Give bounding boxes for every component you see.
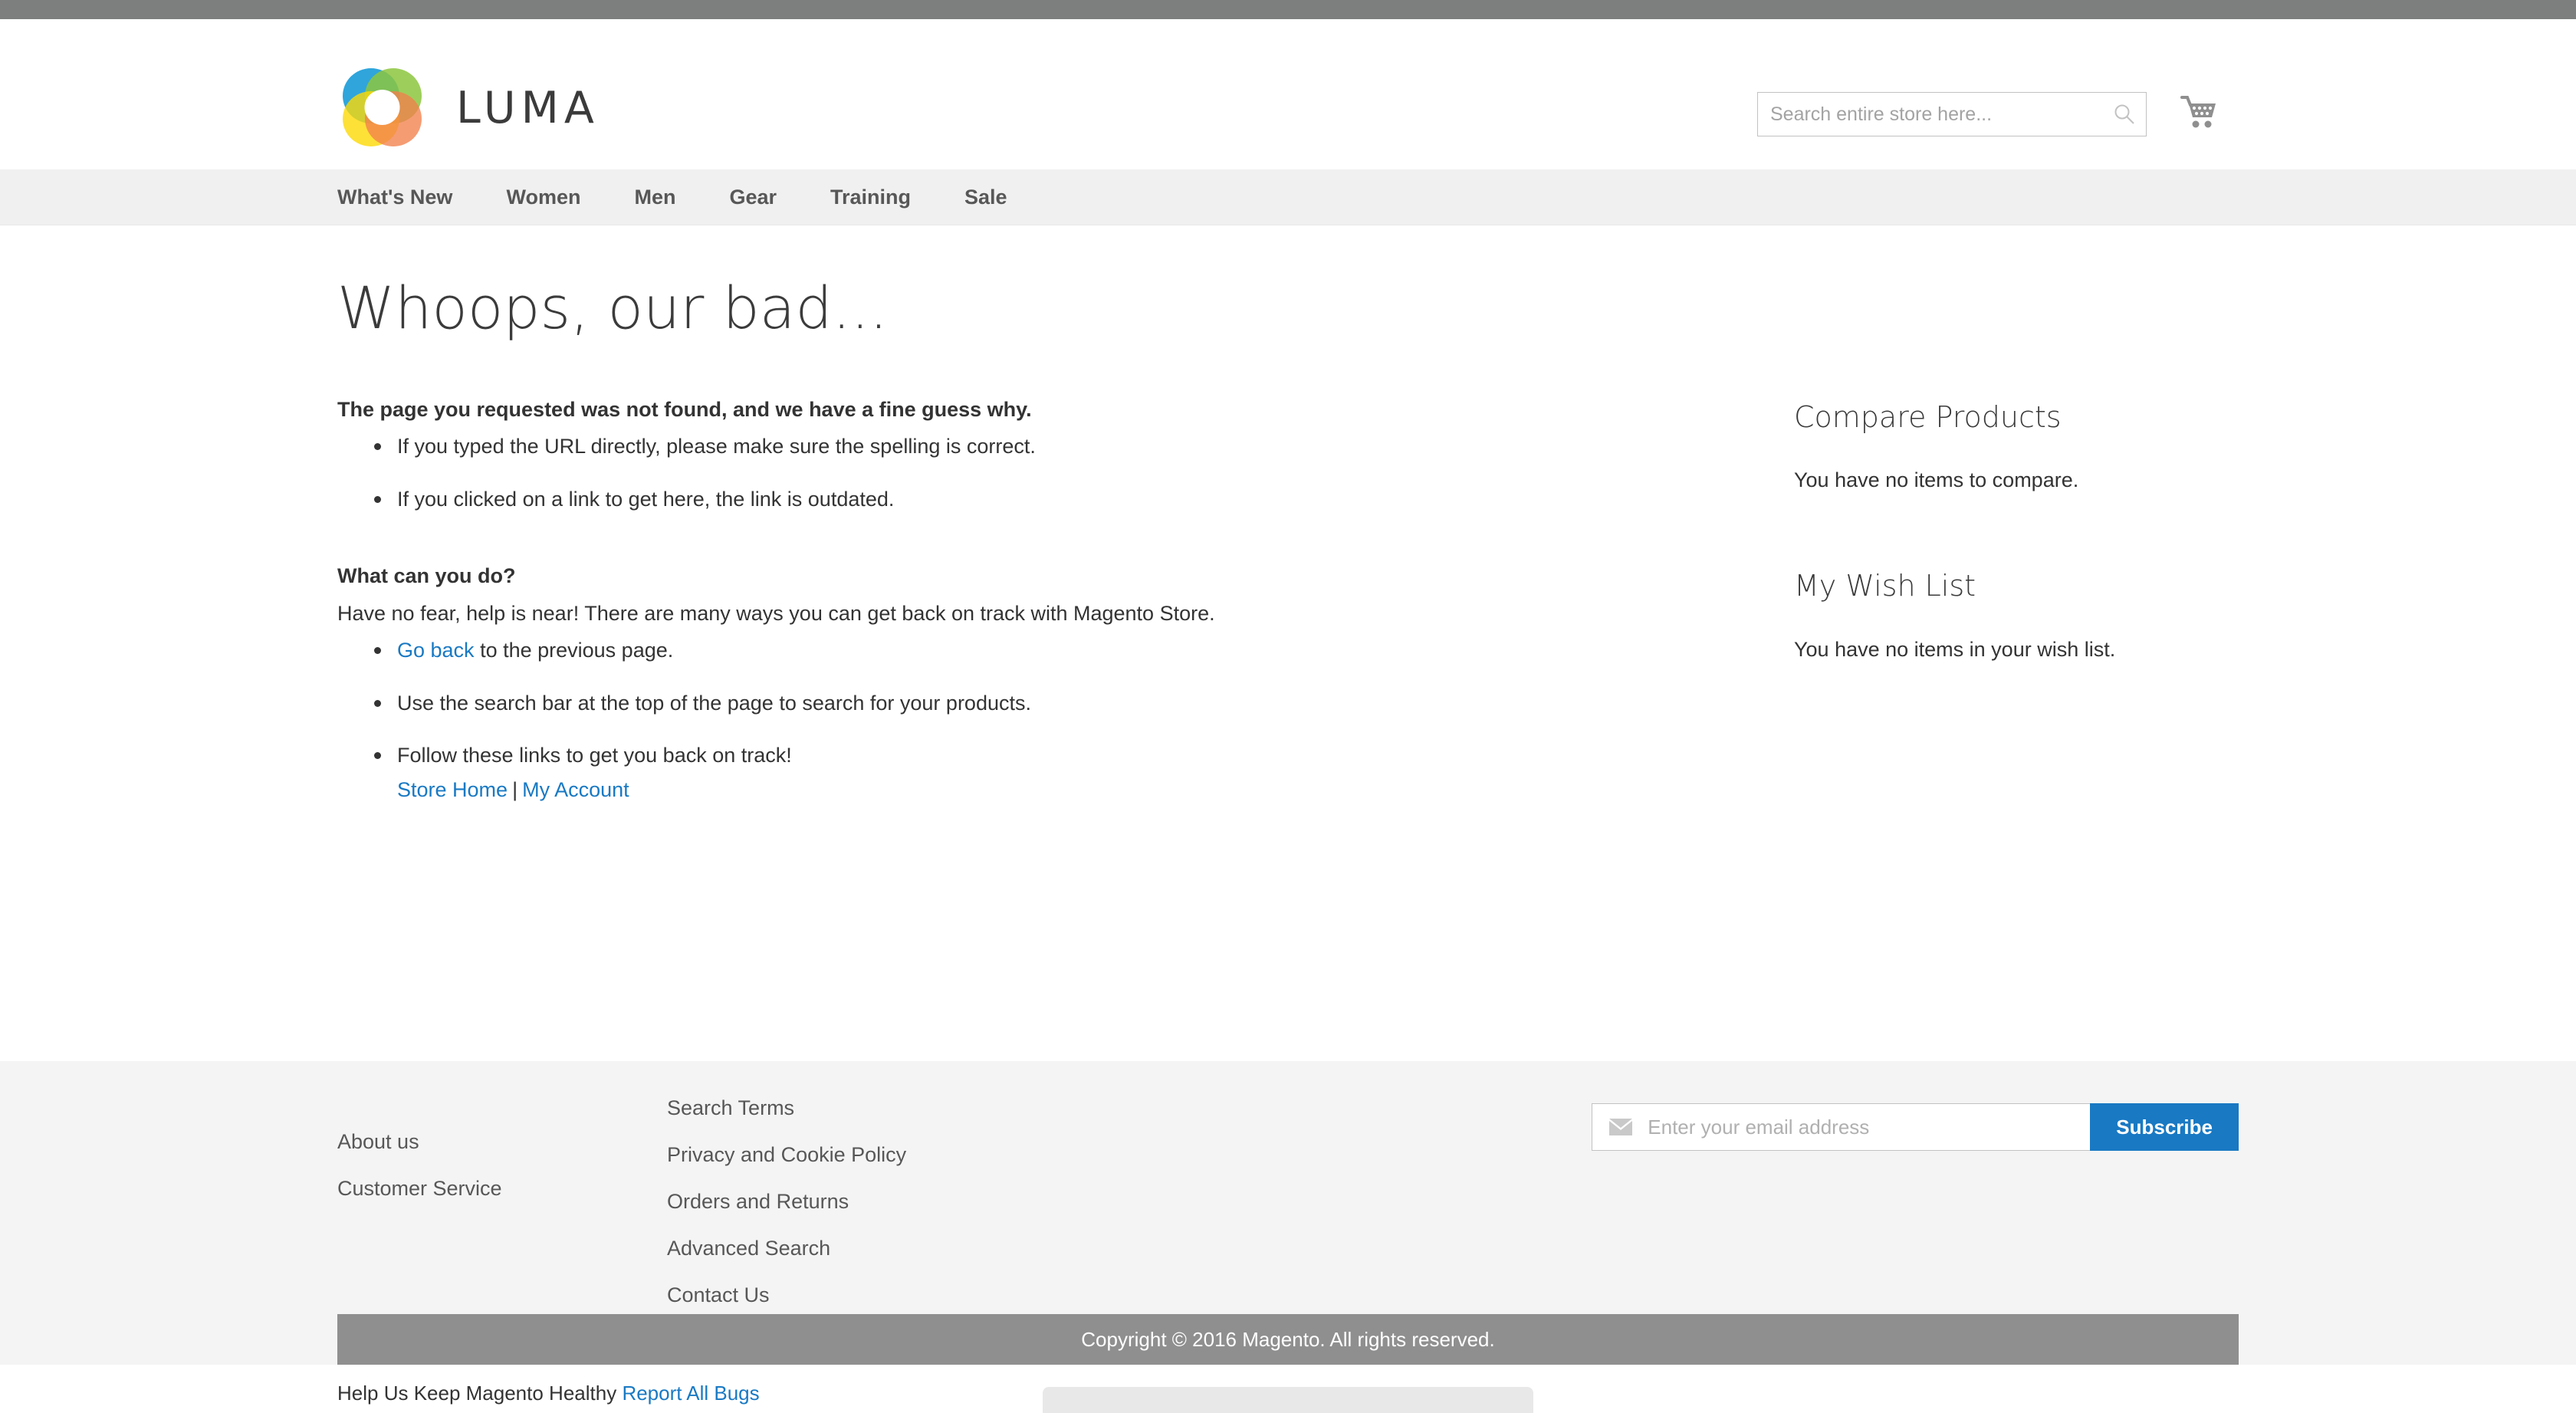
- wishlist-empty-text: You have no items in your wish list.: [1794, 637, 2116, 661]
- footer-column-links: Search Terms Privacy and Cookie Policy O…: [667, 1096, 906, 1330]
- collapsed-bottom-tab[interactable]: [1043, 1387, 1533, 1413]
- what-can-you-do-heading: What can you do?: [337, 564, 516, 588]
- store-home-link[interactable]: Store Home: [397, 778, 508, 801]
- newsletter-field: [1592, 1103, 2091, 1151]
- logo-link[interactable]: LUMA: [337, 64, 600, 153]
- wishlist-block: My Wish List You have no items in your w…: [1794, 569, 2223, 662]
- footer-link-customer-service[interactable]: Customer Service: [337, 1177, 502, 1201]
- go-back-link[interactable]: Go back: [397, 639, 475, 662]
- nav-item-men[interactable]: Men: [634, 169, 675, 225]
- footer-link-contact-us[interactable]: Contact Us: [667, 1283, 906, 1307]
- suggested-actions-list: Go back to the previous page. Use the se…: [337, 635, 1794, 805]
- list-item: If you typed the URL directly, please ma…: [374, 431, 1794, 462]
- list-item: Go back to the previous page.: [374, 635, 1794, 666]
- footer-link-about-us[interactable]: About us: [337, 1130, 502, 1154]
- footer-link-advanced-search[interactable]: Advanced Search: [667, 1237, 906, 1260]
- cart-link[interactable]: [2180, 93, 2223, 136]
- shopping-cart-icon: [2180, 96, 2223, 139]
- page: LUMA Search entire store here... What's …: [0, 19, 2576, 1413]
- nav-item-women[interactable]: Women: [506, 169, 580, 225]
- wishlist-title: My Wish List: [1794, 569, 1976, 603]
- helpful-links: Store Home | My Account: [397, 774, 1794, 806]
- search-input[interactable]: [1757, 92, 2147, 136]
- error-lead-text: The page you requested was not found, an…: [337, 397, 1032, 421]
- main-navigation: What's New Women Men Gear Training Sale: [0, 169, 2576, 225]
- list-item: Use the search bar at the top of the pag…: [374, 688, 1794, 719]
- link-separator: |: [512, 777, 518, 801]
- newsletter-signup: Subscribe: [1592, 1103, 2239, 1151]
- follow-links-text: Follow these links to get you back on tr…: [397, 744, 792, 767]
- top-bar: [0, 0, 2576, 19]
- what-can-you-do-text: Have no fear, help is near! There are ma…: [337, 601, 1215, 625]
- footer-link-orders-returns[interactable]: Orders and Returns: [667, 1190, 906, 1214]
- main-content: Whoops, our bad... The page you requeste…: [337, 225, 2239, 992]
- my-account-link[interactable]: My Account: [522, 778, 629, 801]
- logo-wordmark: LUMA: [456, 83, 600, 133]
- search-block: [1757, 92, 2147, 136]
- content-column: The page you requested was not found, an…: [337, 394, 1794, 827]
- report-bugs-text: Help Us Keep Magento Healthy: [337, 1382, 617, 1405]
- sidebar: Compare Products You have no items to co…: [1794, 394, 2223, 662]
- envelope-icon: [1609, 1119, 1633, 1135]
- error-reasons-list: If you typed the URL directly, please ma…: [337, 431, 1794, 514]
- go-back-rest-text: to the previous page.: [474, 639, 674, 662]
- nav-item-sale[interactable]: Sale: [964, 169, 1007, 225]
- nav-item-whats-new[interactable]: What's New: [337, 169, 452, 225]
- copyright-bar: Copyright © 2016 Magento. All rights res…: [337, 1314, 2239, 1365]
- nav-item-training[interactable]: Training: [830, 169, 911, 225]
- footer-link-privacy-policy[interactable]: Privacy and Cookie Policy: [667, 1143, 906, 1167]
- nav-item-gear[interactable]: Gear: [729, 169, 777, 225]
- site-header: LUMA: [0, 19, 2576, 169]
- site-footer: About us Customer Service Search Terms P…: [0, 1061, 2576, 1413]
- list-item: Follow these links to get you back on tr…: [374, 740, 1794, 806]
- footer-column-company: About us Customer Service: [337, 1130, 502, 1224]
- luma-logo-icon: [337, 64, 427, 153]
- report-all-bugs-link[interactable]: Report All Bugs: [622, 1382, 759, 1405]
- footer-link-search-terms[interactable]: Search Terms: [667, 1096, 906, 1120]
- newsletter-email-input[interactable]: [1646, 1104, 2064, 1150]
- subscribe-button[interactable]: Subscribe: [2090, 1103, 2239, 1151]
- page-title: Whoops, our bad...: [337, 274, 889, 342]
- compare-products-block: Compare Products You have no items to co…: [1794, 400, 2223, 493]
- list-item: If you clicked on a link to get here, th…: [374, 484, 1794, 515]
- compare-products-empty-text: You have no items to compare.: [1794, 468, 2079, 492]
- compare-products-title: Compare Products: [1794, 399, 2062, 434]
